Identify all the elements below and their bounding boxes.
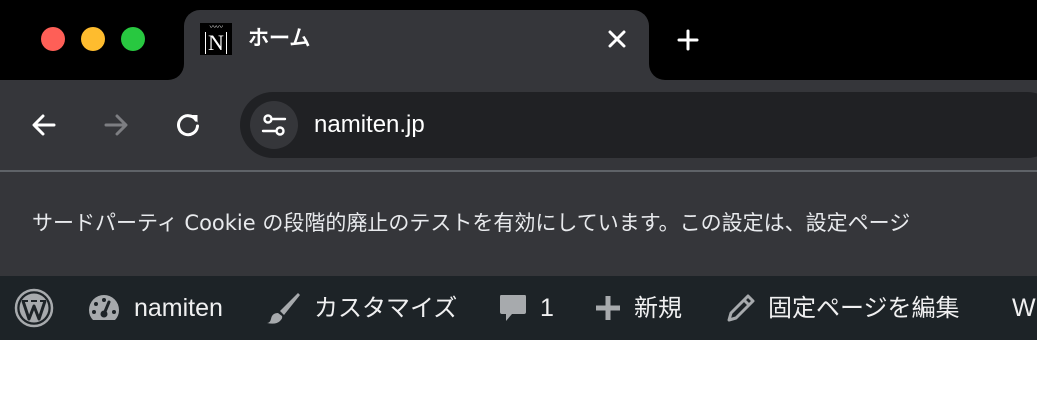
- edit-page-label: 固定ページを編集: [768, 294, 960, 322]
- new-tab-button[interactable]: [672, 24, 704, 56]
- arrow-left-icon: [32, 114, 56, 136]
- arrow-right-icon: [104, 114, 128, 136]
- browser-window: 〰〰 N ホーム namiten.jp サードパーティ Cookie の段階的廃…: [0, 0, 1037, 411]
- new-content-menu[interactable]: 新規: [594, 276, 682, 340]
- close-icon: [608, 30, 626, 48]
- comments-menu[interactable]: 1: [498, 276, 554, 340]
- tab-strip: 〰〰 N ホーム: [0, 0, 1037, 80]
- favicon-icon: 〰〰 N: [200, 23, 232, 55]
- tune-icon: [261, 114, 287, 136]
- adminbar-more-menu[interactable]: W: [1012, 276, 1036, 340]
- paintbrush-icon: [266, 291, 302, 325]
- comment-bubble-icon: [498, 292, 528, 324]
- window-minimize-button[interactable]: [81, 27, 105, 51]
- edit-page-menu[interactable]: 固定ページを編集: [726, 276, 960, 340]
- favicon-letter: N: [205, 32, 227, 54]
- site-name-menu[interactable]: namiten: [86, 276, 223, 340]
- customize-label: カスタマイズ: [314, 294, 458, 322]
- cookie-infobar: サードパーティ Cookie の段階的廃止のテストを有効にしています。この設定は…: [0, 172, 1037, 276]
- tab-corner-left: [168, 64, 184, 80]
- new-content-label: 新規: [634, 294, 682, 322]
- infobar-message: サードパーティ Cookie の段階的廃止のテストを有効にしています。この設定は…: [32, 211, 911, 235]
- comments-count: 1: [540, 294, 554, 322]
- dashboard-icon: [86, 292, 122, 324]
- back-button[interactable]: [27, 108, 61, 142]
- wp-logo-menu[interactable]: [14, 276, 54, 340]
- reload-icon: [177, 114, 199, 137]
- address-bar[interactable]: namiten.jp: [240, 92, 1037, 158]
- plus-icon: [594, 294, 622, 322]
- forward-button[interactable]: [99, 108, 133, 142]
- tab-close-button[interactable]: [602, 24, 632, 54]
- window-maximize-button[interactable]: [121, 27, 145, 51]
- adminbar-more-label: W: [1012, 294, 1036, 322]
- wp-admin-bar: namiten カスタマイズ 1 新規 固定ページを編集 W: [0, 276, 1037, 340]
- window-close-button[interactable]: [41, 27, 65, 51]
- site-info-button[interactable]: [250, 101, 298, 149]
- customize-menu[interactable]: カスタマイズ: [266, 276, 457, 340]
- site-name-label: namiten: [134, 294, 223, 322]
- reload-button[interactable]: [171, 108, 205, 142]
- tab-title: ホーム: [248, 26, 311, 50]
- tab-active[interactable]: 〰〰 N ホーム: [168, 10, 665, 80]
- page-content: [0, 340, 1037, 411]
- browser-toolbar: namiten.jp: [0, 80, 1037, 170]
- tab-corner-right: [649, 64, 665, 80]
- pencil-icon: [726, 293, 756, 323]
- wordpress-icon: [14, 288, 54, 328]
- plus-icon: [677, 29, 699, 51]
- url-text: namiten.jp: [314, 111, 425, 138]
